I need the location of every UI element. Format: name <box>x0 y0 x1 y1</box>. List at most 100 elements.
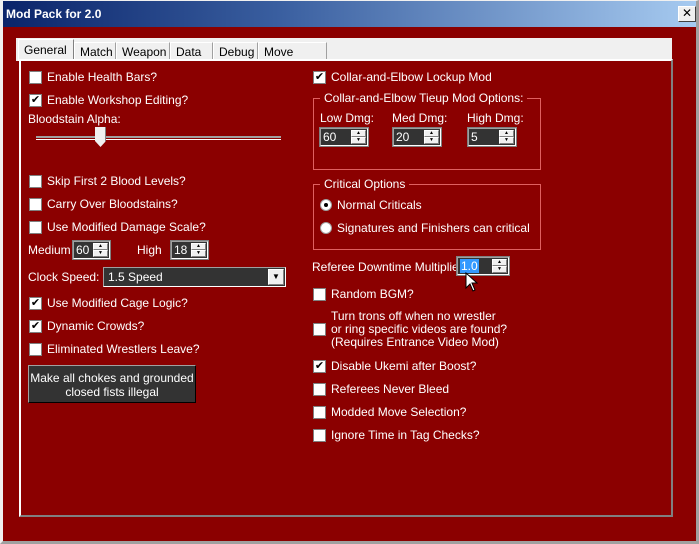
spin-down-icon[interactable]: ▼ <box>492 266 507 273</box>
medium-spinner[interactable]: 60 ▲ ▼ <box>72 240 111 260</box>
spin-up-icon[interactable]: ▲ <box>191 243 206 250</box>
high-dmg-label: High Dmg: <box>467 111 524 125</box>
spin-down-icon[interactable]: ▼ <box>424 137 439 144</box>
high-label: High <box>137 243 162 257</box>
random-bgm-checkbox[interactable]: Random BGM? <box>313 287 414 301</box>
bloodstain-alpha-label: Bloodstain Alpha: <box>28 112 121 126</box>
spin-up-icon[interactable]: ▲ <box>351 130 366 137</box>
spin-down-icon[interactable]: ▼ <box>191 250 206 257</box>
spinner-value[interactable]: 1.0 <box>460 259 479 273</box>
general-tab-panel: Enable Health Bars? ✔ Enable Workshop Ed… <box>19 59 673 517</box>
spinner-value[interactable]: 18 <box>174 243 187 257</box>
mod-pack-window: Mod Pack for 2.0 ✕ General Match Weapon … <box>0 0 699 544</box>
collar-elbow-lockup-checkbox[interactable]: ✔ Collar-and-Elbow Lockup Mod <box>313 70 492 84</box>
checkbox-label: Dynamic Crowds? <box>47 319 145 333</box>
high-spinner[interactable]: 18 ▲ ▼ <box>170 240 209 260</box>
checkbox-box <box>29 70 42 84</box>
checkbox-box <box>313 287 326 301</box>
checkbox-label: Use Modified Cage Logic? <box>47 296 188 310</box>
radio-label: Normal Criticals <box>337 198 422 212</box>
radio-dot <box>320 199 332 211</box>
radio-label: Signatures and Finishers can critical <box>337 221 530 235</box>
clock-speed-select[interactable]: 1.5 Speed ▼ <box>103 267 286 287</box>
medium-label: Medium <box>28 243 71 257</box>
checkbox-box: ✔ <box>313 70 326 84</box>
high-dmg-spinner[interactable]: 5 ▲ ▼ <box>467 127 517 147</box>
referee-downtime-label: Referee Downtime Multiplier: <box>312 260 467 274</box>
checkbox-box <box>29 197 42 211</box>
close-button[interactable]: ✕ <box>678 6 696 22</box>
use-modified-cage-logic-checkbox[interactable]: ✔ Use Modified Cage Logic? <box>29 296 188 310</box>
chevron-down-icon[interactable]: ▼ <box>268 269 284 285</box>
tieup-options-group: Collar-and-Elbow Tieup Mod Options: Low … <box>313 91 541 170</box>
button-line: Make all chokes and grounded <box>30 371 194 385</box>
mouse-cursor-icon <box>465 272 479 292</box>
spinner-value[interactable]: 20 <box>396 130 409 144</box>
checkbox-label: Modded Move Selection? <box>331 405 467 419</box>
checkbox-label: Use Modified Damage Scale? <box>47 220 206 234</box>
med-dmg-spinner[interactable]: 20 ▲ ▼ <box>392 127 442 147</box>
ignore-time-tag-checkbox[interactable]: Ignore Time in Tag Checks? <box>313 428 480 442</box>
checkbox-label: Collar-and-Elbow Lockup Mod <box>331 70 492 84</box>
low-dmg-label: Low Dmg: <box>320 111 375 125</box>
referees-never-bleed-checkbox[interactable]: Referees Never Bleed <box>313 382 449 396</box>
button-line: closed fists illegal <box>65 385 159 399</box>
group-legend: Collar-and-Elbow Tieup Mod Options: <box>320 91 528 105</box>
checkbox-label: Carry Over Bloodstains? <box>47 197 178 211</box>
spinner-value[interactable]: 60 <box>76 243 89 257</box>
checkbox-box <box>313 428 326 442</box>
use-modified-damage-scale-checkbox[interactable]: Use Modified Damage Scale? <box>29 220 206 234</box>
title-bar: Mod Pack for 2.0 ✕ <box>3 1 696 27</box>
clock-speed-label: Clock Speed: <box>28 270 100 284</box>
checkbox-label: Enable Workshop Editing? <box>47 93 189 107</box>
modded-move-selection-checkbox[interactable]: Modded Move Selection? <box>313 405 466 419</box>
critical-options-group: Critical Options Normal Criticals Signat… <box>313 177 541 250</box>
make-chokes-illegal-button[interactable]: Make all chokes and grounded closed fist… <box>28 365 196 403</box>
spinner-value[interactable]: 5 <box>471 130 478 144</box>
bloodstain-alpha-slider[interactable] <box>36 127 281 151</box>
select-value: 1.5 Speed <box>108 270 163 284</box>
tab-strip: General Match Weapon Data Debug Move Cra… <box>16 38 672 73</box>
window-title: Mod Pack for 2.0 <box>6 7 102 21</box>
spin-up-icon[interactable]: ▲ <box>499 130 514 137</box>
checkbox-label: Eliminated Wrestlers Leave? <box>47 342 200 356</box>
checkbox-box: ✔ <box>29 93 42 107</box>
checkbox-box <box>29 220 42 234</box>
normal-criticals-radio[interactable]: Normal Criticals <box>320 198 422 212</box>
spin-down-icon[interactable]: ▼ <box>351 137 366 144</box>
checkbox-label: Skip First 2 Blood Levels? <box>47 174 186 188</box>
checkbox-box <box>29 342 42 356</box>
checkbox-label: Random BGM? <box>331 287 414 301</box>
disable-ukemi-checkbox[interactable]: ✔ Disable Ukemi after Boost? <box>313 359 476 373</box>
checkbox-box <box>313 382 326 396</box>
skip-first-blood-checkbox[interactable]: Skip First 2 Blood Levels? <box>29 174 186 188</box>
carry-over-bloodstains-checkbox[interactable]: Carry Over Bloodstains? <box>29 197 178 211</box>
signatures-finishers-critical-radio[interactable]: Signatures and Finishers can critical <box>320 221 530 235</box>
checkbox-label: Disable Ukemi after Boost? <box>331 359 477 373</box>
spin-up-icon[interactable]: ▲ <box>492 259 507 266</box>
spin-up-icon[interactable]: ▲ <box>424 130 439 137</box>
checkbox-label: Turn trons off when no wrestler or ring … <box>331 310 507 349</box>
slider-track <box>36 136 281 140</box>
spin-down-icon[interactable]: ▼ <box>499 137 514 144</box>
checkbox-label: Ignore Time in Tag Checks? <box>331 428 480 442</box>
trons-off-checkbox[interactable]: Turn trons off when no wrestler or ring … <box>313 310 507 349</box>
spin-up-icon[interactable]: ▲ <box>93 243 108 250</box>
checkbox-label: Referees Never Bleed <box>331 382 450 396</box>
spinner-value[interactable]: 60 <box>323 130 336 144</box>
slider-thumb[interactable] <box>95 127 106 147</box>
close-icon: ✕ <box>681 6 693 20</box>
dynamic-crowds-checkbox[interactable]: ✔ Dynamic Crowds? <box>29 319 144 333</box>
checkbox-box: ✔ <box>313 359 326 373</box>
checkbox-box: ✔ <box>29 319 42 333</box>
enable-health-bars-checkbox[interactable]: Enable Health Bars? <box>29 70 157 84</box>
spin-down-icon[interactable]: ▼ <box>93 250 108 257</box>
eliminated-wrestlers-leave-checkbox[interactable]: Eliminated Wrestlers Leave? <box>29 342 200 356</box>
group-legend: Critical Options <box>320 177 410 191</box>
checkbox-label: Enable Health Bars? <box>47 70 158 84</box>
tab-general[interactable]: General <box>18 39 74 61</box>
low-dmg-spinner[interactable]: 60 ▲ ▼ <box>319 127 369 147</box>
enable-workshop-editing-checkbox[interactable]: ✔ Enable Workshop Editing? <box>29 93 188 107</box>
checkbox-box <box>313 323 326 336</box>
checkbox-box <box>313 405 326 419</box>
